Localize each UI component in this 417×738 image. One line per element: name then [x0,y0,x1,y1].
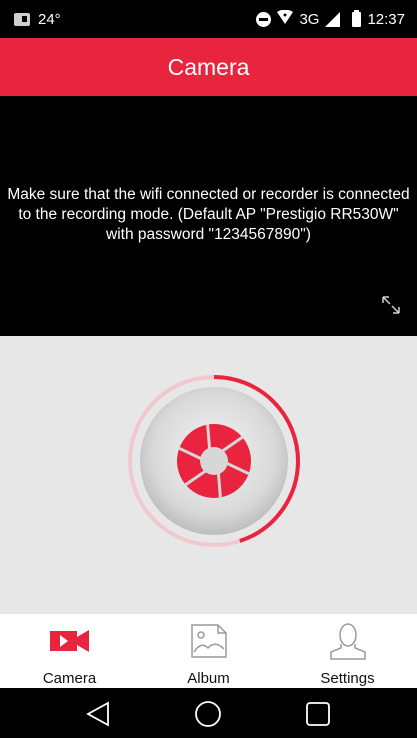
tab-settings[interactable]: Settings [278,614,417,688]
record-button[interactable] [127,374,301,548]
tab-camera[interactable]: Camera [0,614,139,688]
home-icon[interactable] [194,700,222,728]
recents-icon[interactable] [304,700,332,728]
video-camera-icon [49,630,89,652]
image-icon [190,624,227,658]
navigation-bar [0,688,417,738]
fullscreen-icon[interactable] [380,294,402,316]
camera-preview[interactable]: Make sure that the wifi connected or rec… [0,96,417,336]
tab-camera-label: Camera [42,670,97,687]
temperature-text: 24° [38,11,61,28]
tab-album[interactable]: Album [139,614,278,688]
clock-text: 12:37 [367,10,405,28]
app-bar: Camera [0,38,417,96]
notification-icon [14,13,30,26]
status-left: 24° [14,11,61,28]
do-not-disturb-icon [256,11,272,27]
page-title: Camera [167,53,250,80]
user-icon [329,623,366,660]
status-bar: 24° 3G 12:37 [0,0,417,38]
network-type-text: 3G [299,10,320,28]
tab-settings-label: Settings [320,670,375,687]
shutter-icon [177,424,251,498]
status-right: 3G 12:37 [256,9,405,28]
battery-icon [352,9,362,27]
tab-bar: Camera Album Settings [0,614,417,688]
connection-message: Make sure that the wifi connected or rec… [7,186,410,243]
record-area [0,336,417,614]
back-icon[interactable] [84,700,112,728]
signal-icon [325,11,341,27]
wifi-icon [277,9,294,28]
tab-album-label: Album [187,670,230,687]
